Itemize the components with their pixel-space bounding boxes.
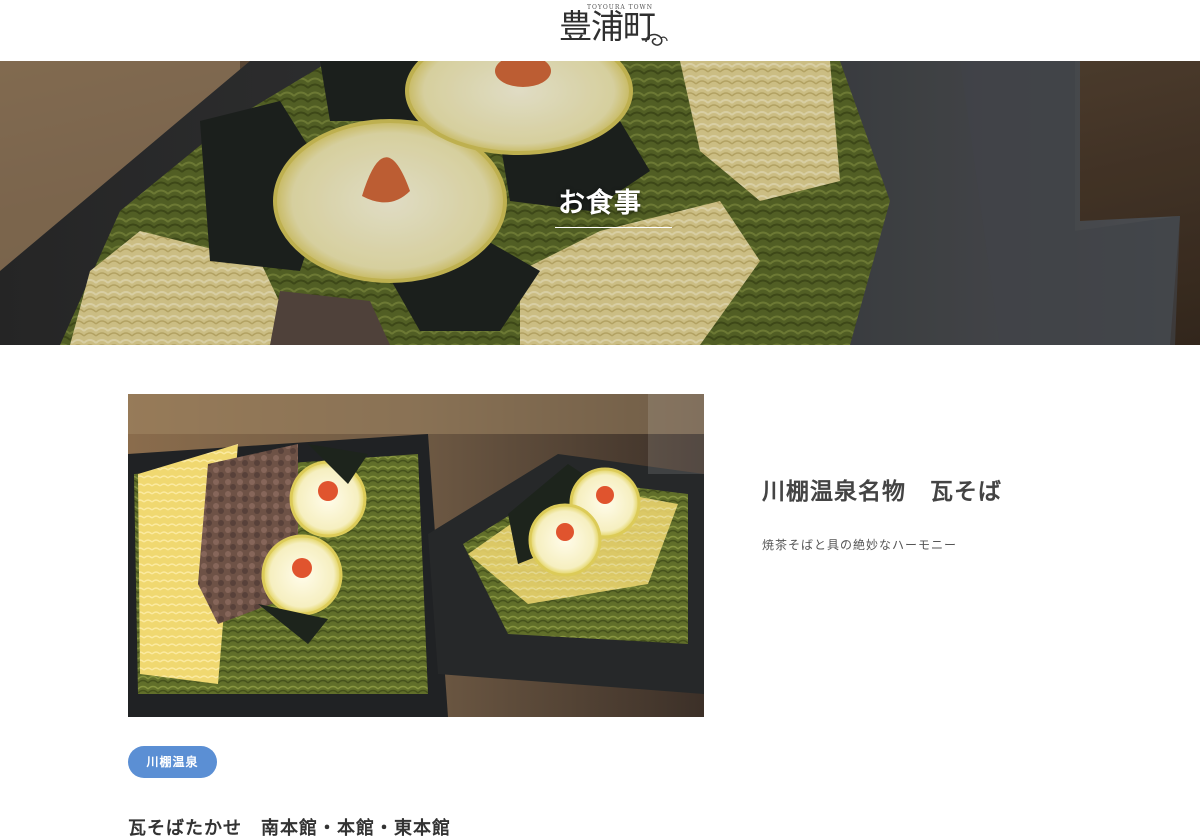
kawara-soba-photo: [128, 394, 704, 717]
hero-banner: お食事: [0, 61, 1200, 345]
site-header: TOYOURA TOWN 豊浦町: [0, 0, 1200, 61]
area-tag-button[interactable]: 川棚温泉: [128, 746, 217, 778]
site-logo[interactable]: TOYOURA TOWN 豊浦町: [557, 2, 669, 54]
hero-title-underline: [555, 227, 672, 228]
logo-text: 豊浦町: [559, 7, 656, 46]
hero-title: お食事: [558, 188, 642, 219]
logo-swirl-icon: [645, 33, 668, 46]
dish-description: 焼茶そばと具の絶妙なハーモニー: [762, 538, 958, 552]
shop-name-heading: 瓦そばたかせ 南本館・本館・東本館: [128, 818, 451, 839]
dish-name-heading: 川棚温泉名物 瓦そば: [762, 479, 1002, 505]
